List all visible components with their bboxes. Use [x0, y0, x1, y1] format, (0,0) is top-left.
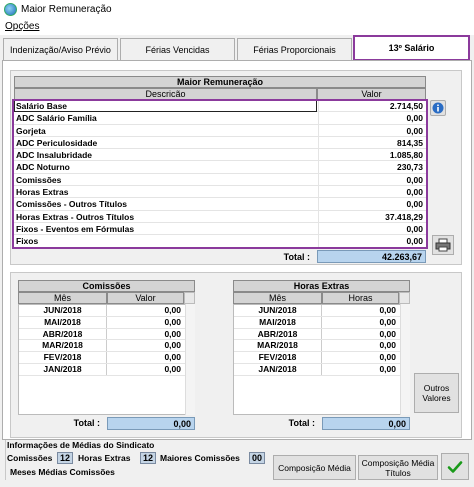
horas-extras-col-mes: Mês [233, 292, 322, 304]
title-bar: Maior Remuneração [0, 0, 474, 20]
checkmark-icon [447, 460, 463, 473]
tab-indenizacao[interactable]: Indenização/Aviso Prévio [3, 38, 118, 60]
row-valor: 0,00 [164, 352, 181, 363]
table-row[interactable]: JUN/2018 0,00 [234, 305, 409, 317]
horas-extras-grid-body: JUN/2018 0,00 MAI/2018 0,00 ABR/2018 0,00 MAR/… [233, 304, 410, 415]
row-mes: ABR/2018 [19, 328, 107, 340]
sindicato-comissoes-label: Comissões [7, 453, 53, 463]
print-button[interactable] [432, 235, 454, 255]
horas-extras-total-value: 0,00 [322, 417, 410, 430]
comissoes-col-valor: Valor [107, 292, 184, 304]
info-button[interactable] [430, 100, 446, 116]
row-valor: 0,00 [379, 352, 396, 363]
sindicato-title: Informações de Médias do Sindicato [7, 440, 155, 450]
tab-13-salario[interactable]: 13º Salário [353, 35, 470, 61]
comissoes-col-mes: Mês [18, 292, 107, 304]
table-row[interactable]: ABR/2018 0,00 [19, 328, 194, 341]
main-grid-title: Maior Remuneração [14, 76, 426, 88]
menu-opcoes[interactable]: Opções [5, 21, 39, 32]
composicao-media-button[interactable]: Composição Média [273, 455, 356, 480]
window-title: Maior Remuneração [21, 4, 112, 15]
sindicato-meses-medias-label: Meses Médias Comissões [10, 467, 115, 477]
table-row[interactable]: MAI/2018 0,00 [19, 316, 194, 329]
horas-extras-scrollbar[interactable] [400, 304, 410, 415]
row-mes: MAI/2018 [19, 316, 107, 328]
comissoes-total-value: 0,00 [107, 417, 195, 430]
sindicato-comissoes-value[interactable]: 12 [57, 452, 73, 464]
row-mes: FEV/2018 [234, 352, 322, 363]
row-mes: MAI/2018 [234, 316, 322, 328]
comissoes-total-label: Total : [73, 418, 100, 428]
row-mes: MAR/2018 [234, 340, 322, 352]
row-valor: 0,00 [379, 316, 396, 327]
row-mes: FEV/2018 [19, 352, 107, 363]
table-row[interactable]: FEV/2018 0,00 [19, 352, 194, 364]
row-valor: 0,00 [379, 363, 396, 374]
table-row[interactable]: FEV/2018 0,00 [234, 352, 409, 364]
horas-extras-col-horas: Horas [322, 292, 399, 304]
row-valor: 0,00 [379, 328, 396, 339]
menu-bar: Opções [0, 20, 474, 35]
row-valor: 0,00 [379, 340, 396, 351]
row-valor: 0,00 [164, 340, 181, 351]
main-total-value: 42.263,67 [317, 250, 426, 263]
row-mes: JAN/2018 [234, 363, 322, 375]
composicao-media-titulos-button[interactable]: Composição Média Títulos [358, 455, 438, 480]
confirm-button[interactable] [441, 453, 469, 480]
row-valor: 0,00 [164, 363, 181, 374]
highlight-frame [12, 99, 428, 249]
row-mes: ABR/2018 [234, 328, 322, 340]
table-row[interactable]: MAR/2018 0,00 [19, 340, 194, 353]
table-row[interactable]: JAN/2018 0,00 [19, 363, 194, 376]
sindicato-maiores-comissoes-label: Maiores Comissões [160, 453, 240, 463]
horas-extras-scrollbar-header [399, 292, 410, 304]
table-row[interactable]: MAR/2018 0,00 [234, 340, 409, 353]
table-row[interactable]: JUN/2018 0,00 [19, 305, 194, 317]
table-row[interactable]: MAI/2018 0,00 [234, 316, 409, 329]
tab-ferias-proporcionais[interactable]: Férias Proporcionais [237, 38, 352, 60]
sindicato-maiores-comissoes-value[interactable]: 00 [249, 452, 265, 464]
main-total-label: Total : [283, 252, 310, 262]
horas-extras-total-label: Total : [288, 418, 315, 428]
tab-ferias-vencidas[interactable]: Férias Vencidas [120, 38, 235, 60]
row-mes: JUN/2018 [19, 305, 107, 316]
comissoes-grid-body: JUN/2018 0,00 MAI/2018 0,00 ABR/2018 0,00 MAR/… [18, 304, 195, 415]
outros-valores-button[interactable]: Outros Valores [414, 373, 459, 413]
app-icon [4, 3, 17, 16]
sindicato-horas-extras-value[interactable]: 12 [140, 452, 156, 464]
printer-icon [435, 238, 451, 252]
row-mes: JUN/2018 [234, 305, 322, 316]
row-mes: MAR/2018 [19, 340, 107, 352]
row-valor: 0,00 [379, 305, 396, 315]
info-icon [432, 102, 444, 114]
row-valor: 0,00 [164, 316, 181, 327]
table-row[interactable]: ABR/2018 0,00 [234, 328, 409, 341]
row-valor: 0,00 [164, 328, 181, 339]
row-mes: JAN/2018 [19, 363, 107, 375]
table-row[interactable]: JAN/2018 0,00 [234, 363, 409, 376]
comissoes-scrollbar[interactable] [185, 304, 195, 415]
comissoes-title: Comissões [18, 280, 195, 292]
comissoes-scrollbar-header [184, 292, 195, 304]
row-valor: 0,00 [164, 305, 181, 315]
sindicato-horas-extras-label: Horas Extras [78, 453, 131, 463]
horas-extras-title: Horas Extras [233, 280, 410, 292]
